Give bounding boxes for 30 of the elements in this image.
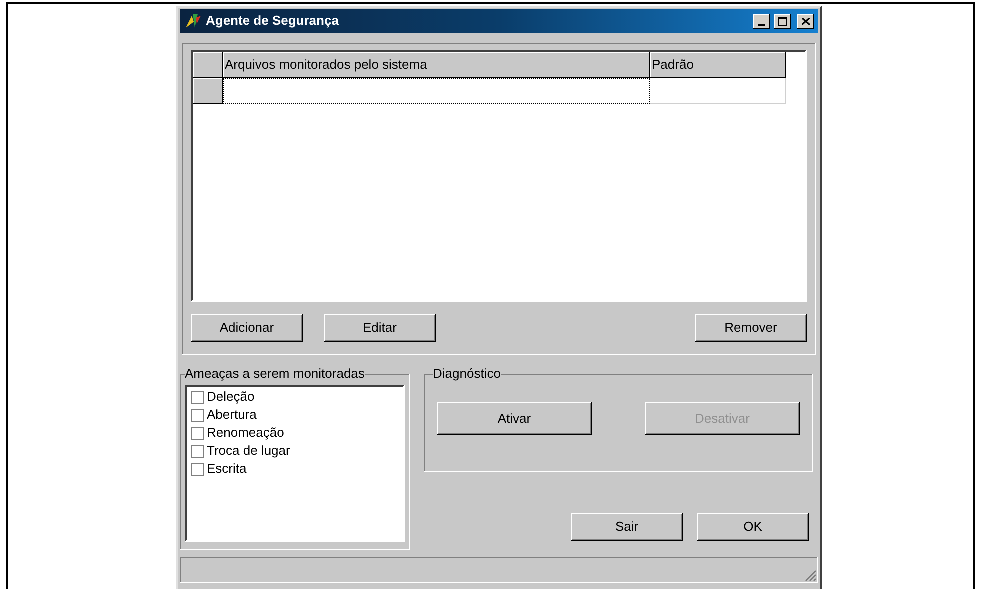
- maximize-icon: [778, 16, 787, 26]
- checkbox[interactable]: [191, 408, 204, 422]
- group-title: Diagnóstico: [433, 366, 501, 382]
- checkbox[interactable]: [191, 444, 204, 458]
- checkbox-label: Abertura: [207, 406, 257, 424]
- push-button[interactable]: Adicionar: [191, 314, 303, 342]
- push-button[interactable]: Editar: [324, 314, 436, 342]
- push-button[interactable]: Remover: [695, 314, 807, 342]
- column-header[interactable]: Padrão: [650, 52, 786, 78]
- checkbox[interactable]: [191, 462, 204, 476]
- close-icon: [802, 18, 810, 24]
- group-title: Ameaças a serem monitoradas: [185, 366, 365, 382]
- checkbox[interactable]: [191, 426, 204, 440]
- app-icon: [184, 12, 202, 30]
- push-button[interactable]: OK: [697, 513, 809, 541]
- minimize-icon: [758, 24, 765, 26]
- checkbox[interactable]: [191, 390, 204, 404]
- push-button[interactable]: Sair: [571, 513, 683, 541]
- maximize-button[interactable]: [774, 14, 791, 28]
- push-button[interactable]: Ativar: [437, 402, 592, 435]
- checkbox-label: Renomeação: [207, 424, 284, 442]
- close-button[interactable]: [797, 14, 814, 28]
- column-header[interactable]: Arquivos monitorados pelo sistema: [223, 52, 650, 78]
- minimize-button[interactable]: [753, 14, 770, 28]
- checkbox-label: Escrita: [207, 460, 247, 478]
- table-cell[interactable]: [223, 78, 650, 104]
- checkbox-label: Troca de lugar: [207, 442, 290, 460]
- checkbox-label: Deleção: [207, 388, 255, 406]
- window-title: Agente de Segurança: [206, 12, 340, 30]
- row-header[interactable]: [193, 78, 223, 104]
